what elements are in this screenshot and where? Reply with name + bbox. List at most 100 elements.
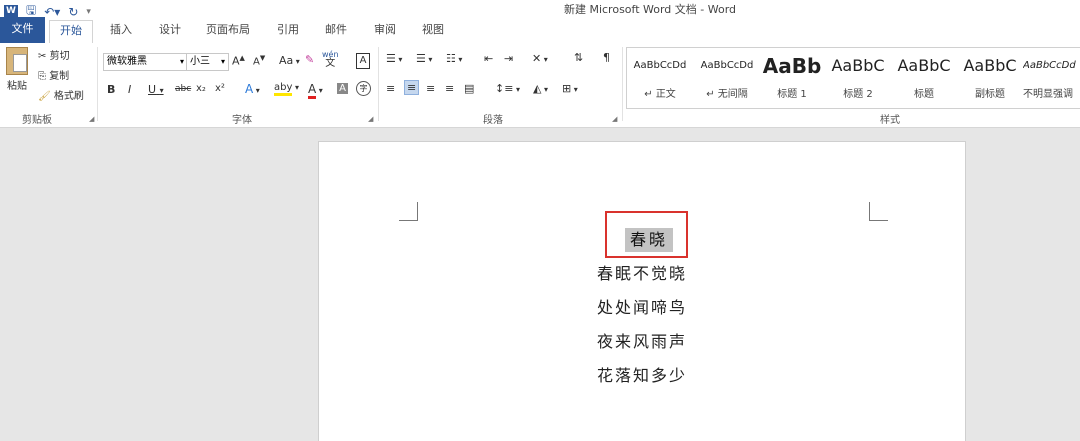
font-size-value: 小三 — [190, 56, 210, 67]
style-sample: AaBbCcDd — [700, 60, 754, 71]
change-case-button[interactable]: Aa ▾ — [279, 54, 300, 67]
tab-mailings[interactable]: 邮件 — [325, 21, 347, 37]
cut-label: 剪切 — [49, 51, 70, 62]
superscript-button[interactable]: x² — [215, 83, 225, 94]
poem-line[interactable]: 夜来风雨声 — [319, 328, 965, 352]
align-center-icon[interactable]: ≡ — [404, 80, 420, 95]
increase-indent-icon[interactable]: ⇥ — [504, 52, 513, 65]
poem-line[interactable]: 处处闻啼鸟 — [319, 294, 965, 318]
paragraph-launcher-icon[interactable]: ◢ — [612, 115, 617, 123]
line-spacing-button[interactable]: ↕≡ ▾ — [495, 82, 520, 95]
document-page[interactable]: 春晓 春眠不觉晓 处处闻啼鸟 夜来风雨声 花落知多少 — [318, 141, 966, 441]
clear-format-icon[interactable]: ✎ — [305, 53, 314, 66]
font-name-select[interactable]: 微软雅黑 ▾ — [103, 53, 188, 71]
style-heading-1[interactable]: AaBb 标题 1 — [759, 49, 825, 100]
style-name: 标题 — [914, 89, 934, 100]
decrease-indent-icon[interactable]: ⇤ — [484, 52, 493, 65]
tab-file[interactable]: 文件 — [0, 17, 45, 43]
style-heading-2[interactable]: AaBbC 标题 2 — [825, 49, 891, 100]
style-sample: AaBbC — [963, 56, 1017, 75]
align-left-icon[interactable]: ≡ — [386, 82, 395, 95]
tab-view[interactable]: 视图 — [422, 21, 444, 37]
highlight-button[interactable]: aby ▾ — [274, 82, 299, 96]
style-sample: AaBbC — [897, 56, 951, 75]
highlight-box — [605, 211, 688, 258]
copy-button[interactable]: ⎘ 复制 — [38, 67, 69, 82]
align-right-icon[interactable]: ≡ — [426, 82, 435, 95]
tab-references[interactable]: 引用 — [277, 21, 299, 37]
shrink-font-button[interactable]: A▼ — [253, 54, 265, 67]
enclose-char-button[interactable]: 字 — [356, 81, 371, 96]
multilevel-list-button[interactable]: ☷ ▾ — [446, 52, 462, 65]
numbering-button[interactable]: ☰ ▾ — [416, 52, 432, 65]
borders-button[interactable]: ⊞ ▾ — [562, 82, 578, 95]
sort-icon[interactable]: ⇅ — [574, 51, 583, 64]
highlight-icon: aby — [274, 82, 293, 96]
margin-corner-left — [399, 202, 418, 221]
borders-icon: ⊞ — [562, 82, 572, 95]
chevron-down-icon: ▾ — [220, 57, 225, 66]
paste-label: 粘贴 — [7, 81, 27, 92]
char-shading-button[interactable]: A — [337, 83, 348, 94]
style-sample: AaBbC — [831, 56, 885, 75]
underline-button[interactable]: U ▾ — [148, 83, 164, 96]
style-normal[interactable]: AaBbCcDd ↵ 正文 — [627, 49, 693, 100]
style-subtitle[interactable]: AaBbC 副标题 — [957, 49, 1023, 100]
strikethrough-button[interactable]: abc — [175, 84, 191, 94]
style-name: 副标题 — [975, 89, 1005, 100]
char-border-button[interactable]: A — [356, 53, 370, 69]
title-bar: W 🖫 ↶▾ ↻ ▾ 新建 Microsoft Word 文档 - Word — [0, 0, 1080, 19]
style-name: 不明显强调 — [1023, 89, 1073, 100]
styles-group-label: 样式 — [880, 115, 900, 126]
grow-font-button[interactable]: A▲ — [232, 54, 245, 68]
font-launcher-icon[interactable]: ◢ — [368, 115, 373, 123]
tab-insert[interactable]: 插入 — [110, 21, 132, 37]
font-color-button[interactable]: A ▾ — [308, 82, 323, 99]
font-name-value: 微软雅黑 — [107, 56, 147, 67]
window-title: 新建 Microsoft Word 文档 - Word — [563, 3, 737, 16]
line-spacing-icon: ↕≡ — [495, 82, 514, 95]
font-color-icon: A — [308, 82, 317, 99]
cut-button[interactable]: ✂ 剪切 — [38, 47, 70, 62]
tab-design[interactable]: 设计 — [159, 21, 181, 37]
subscript-button[interactable]: x₂ — [196, 83, 206, 94]
bullets-button[interactable]: ☰ ▾ — [386, 52, 402, 65]
style-name: 标题 1 — [777, 89, 807, 100]
phonetic-guide-button[interactable]: wén 文 — [322, 50, 339, 69]
format-painter-button[interactable]: 🖌 格式刷 — [38, 87, 84, 102]
scissors-icon: ✂ — [38, 51, 47, 62]
text-effects-button[interactable]: A ▾ — [245, 82, 260, 96]
style-title[interactable]: AaBbC 标题 — [891, 49, 957, 100]
margin-corner-right — [869, 202, 888, 221]
italic-button[interactable]: I — [128, 83, 131, 96]
tab-review[interactable]: 审阅 — [374, 21, 396, 37]
chinese-layout-button[interactable]: ✕ ▾ — [532, 52, 548, 65]
chinese-layout-icon: ✕ — [532, 52, 542, 65]
poem-line[interactable]: 春眠不觉晓 — [319, 260, 965, 284]
style-name: 标题 2 — [843, 89, 873, 100]
copy-label: 复制 — [49, 71, 70, 82]
style-sample: AaBbCcDd — [633, 60, 687, 71]
chevron-down-icon: ▾ — [179, 57, 184, 66]
style-subtle-emphasis[interactable]: AaBbCcDd 不明显强调 — [1023, 49, 1080, 100]
paragraph-group-label: 段落 — [483, 115, 503, 126]
justify-icon[interactable]: ≡ — [445, 82, 454, 95]
paste-button[interactable]: 粘贴 — [4, 47, 30, 101]
show-marks-icon[interactable]: ¶ — [603, 51, 610, 64]
paste-icon — [6, 47, 28, 75]
tab-home[interactable]: 开始 — [49, 20, 93, 43]
clipboard-launcher-icon[interactable]: ◢ — [89, 115, 94, 123]
copy-icon: ⎘ — [38, 71, 46, 82]
separator — [378, 47, 379, 121]
style-sample: AaBbCcDd — [1023, 60, 1076, 71]
tab-page-layout[interactable]: 页面布局 — [206, 21, 250, 37]
numbering-icon: ☰ — [416, 52, 426, 65]
style-name: ↵ 正文 — [644, 89, 676, 100]
style-no-spacing[interactable]: AaBbCcDd ↵ 无间隔 — [694, 49, 760, 100]
distributed-icon[interactable]: ▤ — [464, 82, 474, 95]
bold-button[interactable]: B — [107, 83, 115, 96]
phonetic-char: 文 — [325, 58, 336, 69]
shading-button[interactable]: ◭ ▾ — [533, 82, 548, 95]
poem-line[interactable]: 花落知多少 — [319, 362, 965, 386]
font-size-select[interactable]: 小三 ▾ — [186, 53, 229, 71]
